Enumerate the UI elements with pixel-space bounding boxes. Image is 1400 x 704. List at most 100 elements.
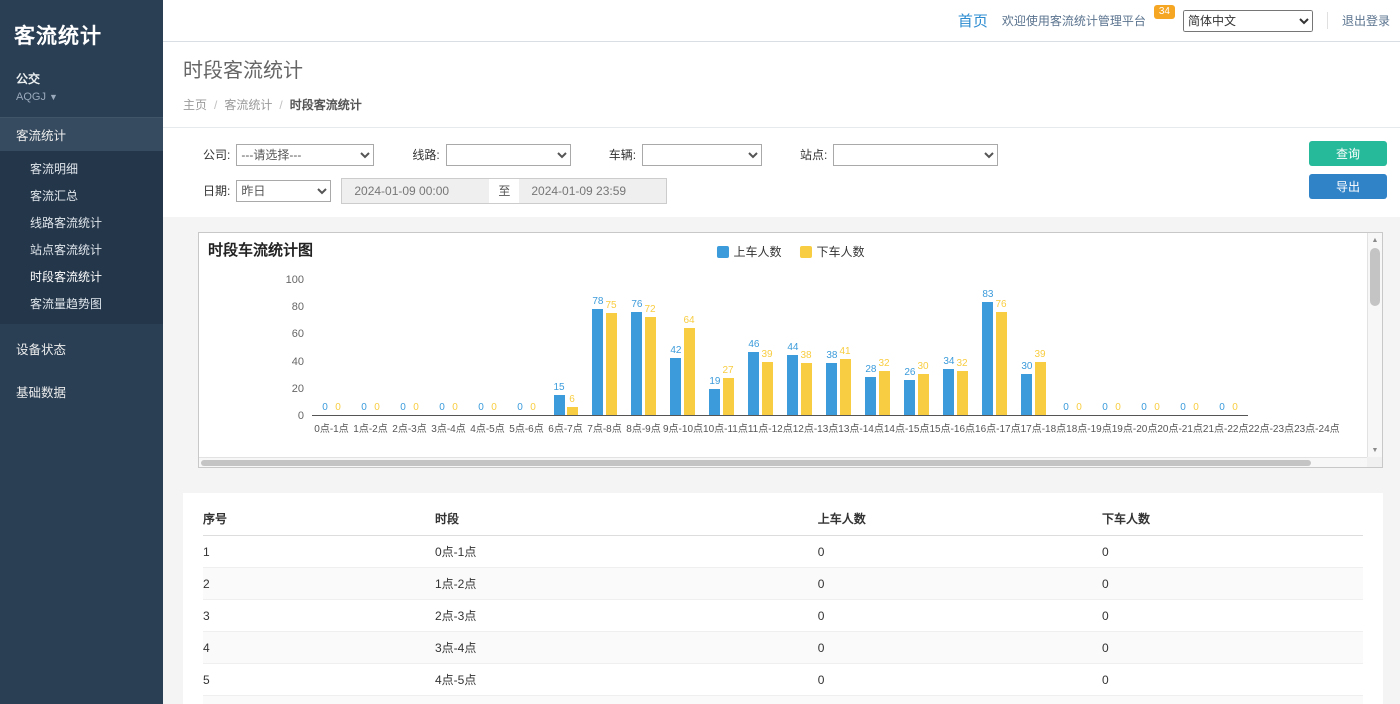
bar[interactable]: 32	[957, 358, 968, 415]
sidebar-subitem-站点客流统计[interactable]: 站点客流统计	[0, 236, 163, 263]
sidebar-subitem-客流明细[interactable]: 客流明细	[0, 155, 163, 182]
legend-swatch	[800, 246, 812, 258]
bar-value-label: 0	[517, 402, 523, 414]
logout-link[interactable]: 退出登录	[1327, 12, 1390, 29]
bar[interactable]: 0	[1100, 402, 1111, 415]
bar[interactable]: 0	[333, 402, 344, 415]
legend-label: 下车人数	[817, 243, 865, 260]
bar[interactable]: 39	[762, 349, 773, 415]
bar[interactable]: 28	[865, 364, 876, 415]
bar[interactable]: 27	[723, 365, 734, 415]
date-start-input[interactable]	[341, 178, 489, 204]
bar[interactable]: 0	[515, 402, 526, 415]
bar-fill	[943, 369, 954, 415]
bar[interactable]: 30	[918, 361, 929, 415]
bar-fill	[865, 377, 876, 415]
scroll-down-icon[interactable]: ▼	[1368, 443, 1382, 457]
export-button[interactable]: 导出	[1309, 174, 1387, 199]
bar[interactable]: 0	[1230, 402, 1241, 415]
date-preset-select[interactable]: 昨日	[236, 180, 331, 202]
scroll-up-icon[interactable]: ▲	[1368, 233, 1382, 247]
bar[interactable]: 19	[709, 376, 720, 415]
sidebar-item-基础数据[interactable]: 基础数据	[0, 373, 163, 410]
bar[interactable]: 76	[996, 299, 1007, 415]
table-cell: 2	[203, 568, 435, 600]
date-end-input[interactable]	[519, 178, 667, 204]
station-select[interactable]	[833, 144, 998, 166]
x-axis-label: 17点-18点	[1021, 420, 1067, 435]
vehicle-select[interactable]	[642, 144, 762, 166]
bar[interactable]: 42	[670, 345, 681, 415]
bar[interactable]: 0	[1139, 402, 1150, 415]
bar[interactable]: 83	[982, 289, 993, 415]
bar[interactable]: 0	[1217, 402, 1228, 415]
org-selector[interactable]: AQGJ▼	[0, 89, 163, 117]
sidebar-subitem-时段客流统计[interactable]: 时段客流统计	[0, 263, 163, 290]
bar[interactable]: 0	[411, 402, 422, 415]
bar[interactable]: 38	[801, 350, 812, 415]
company-select[interactable]: ---请选择---	[236, 144, 374, 166]
bar[interactable]: 39	[1035, 349, 1046, 415]
bar[interactable]: 30	[1021, 361, 1032, 415]
x-axis-label: 2点-3点	[390, 420, 429, 435]
bar[interactable]: 0	[320, 402, 331, 415]
query-button[interactable]: 查询	[1309, 141, 1387, 166]
bar[interactable]: 0	[450, 402, 461, 415]
bar-fill	[826, 363, 837, 415]
sidebar-subitem-客流量趋势图[interactable]: 客流量趋势图	[0, 290, 163, 317]
table-row: 21点-2点00	[203, 568, 1363, 600]
bar[interactable]: 0	[372, 402, 383, 415]
bar-value-label: 76	[631, 299, 642, 311]
bar[interactable]: 0	[1113, 402, 1124, 415]
bar[interactable]: 46	[748, 339, 759, 415]
breadcrumb-item[interactable]: 客流统计	[224, 98, 272, 112]
legend-item[interactable]: 上车人数	[716, 243, 781, 260]
line-select[interactable]	[446, 144, 571, 166]
date-to-label: 至	[489, 178, 519, 204]
bar-value-label: 0	[1102, 402, 1108, 414]
bar-group: 4438	[780, 342, 819, 415]
bar[interactable]: 38	[826, 350, 837, 415]
sidebar-item-客流统计[interactable]: 客流统计	[0, 117, 163, 151]
bar[interactable]: 0	[528, 402, 539, 415]
sidebar-subitem-客流汇总[interactable]: 客流汇总	[0, 182, 163, 209]
bar[interactable]: 41	[840, 346, 851, 415]
vertical-scroll-thumb[interactable]	[1370, 248, 1380, 306]
bar[interactable]: 34	[943, 356, 954, 415]
home-link[interactable]: 首页	[958, 10, 988, 31]
vehicle-label: 车辆:	[609, 146, 636, 163]
bar[interactable]: 0	[398, 402, 409, 415]
language-select[interactable]: 简体中文	[1183, 10, 1313, 32]
x-axis-label: 10点-11点	[703, 420, 748, 435]
notification-badge[interactable]: 34	[1154, 5, 1175, 19]
sidebar-subitem-线路客流统计[interactable]: 线路客流统计	[0, 209, 163, 236]
bar[interactable]: 0	[476, 402, 487, 415]
x-axis-label: 4点-5点	[468, 420, 507, 435]
vertical-scrollbar[interactable]: ▲ ▼	[1367, 233, 1382, 457]
bar-group: 8376	[975, 289, 1014, 415]
breadcrumb-item[interactable]: 主页	[183, 98, 207, 112]
bar[interactable]: 64	[684, 315, 695, 415]
bar-value-label: 0	[1115, 402, 1121, 414]
bar[interactable]: 0	[359, 402, 370, 415]
bar[interactable]: 75	[606, 300, 617, 415]
bar[interactable]: 44	[787, 342, 798, 415]
bar[interactable]: 72	[645, 304, 656, 415]
bar[interactable]: 0	[1152, 402, 1163, 415]
bar[interactable]: 0	[489, 402, 500, 415]
legend-item[interactable]: 下车人数	[800, 243, 865, 260]
bar[interactable]: 32	[879, 358, 890, 415]
bar[interactable]: 15	[553, 382, 564, 415]
bar[interactable]: 0	[437, 402, 448, 415]
bar[interactable]: 0	[1191, 402, 1202, 415]
bar[interactable]: 0	[1178, 402, 1189, 415]
sidebar-item-设备状态[interactable]: 设备状态	[0, 330, 163, 367]
bar[interactable]: 0	[1074, 402, 1085, 415]
bar[interactable]: 6	[567, 394, 578, 415]
horizontal-scroll-thumb[interactable]	[201, 460, 1311, 466]
bar[interactable]: 26	[904, 367, 915, 415]
bar[interactable]: 78	[592, 296, 603, 415]
horizontal-scrollbar[interactable]	[199, 457, 1367, 467]
bar[interactable]: 76	[631, 299, 642, 415]
bar[interactable]: 0	[1061, 402, 1072, 415]
